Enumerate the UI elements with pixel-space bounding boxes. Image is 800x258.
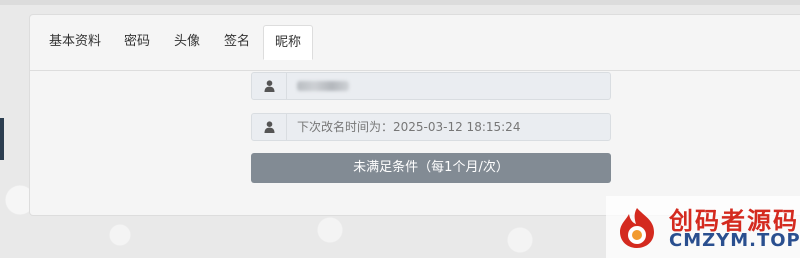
tab-nickname[interactable]: 昵称	[263, 25, 313, 60]
blurred-nickname	[297, 81, 349, 91]
flame-logo-icon	[614, 206, 660, 254]
next-rename-field: 下次改名时间为：2025-03-12 18:15:24	[251, 113, 611, 141]
tab-bar: 基本资料 密码 头像 签名 昵称	[30, 25, 800, 71]
next-rename-addon	[252, 114, 287, 140]
tab-password[interactable]: 密码	[116, 25, 158, 59]
user-icon	[264, 77, 275, 96]
watermark: 创码者源码 CMZYM.TOP	[606, 196, 800, 258]
tab-signature[interactable]: 签名	[216, 25, 258, 59]
profile-panel: 基本资料 密码 头像 签名 昵称 下次改名时间为：2025-03-12 18:1…	[29, 14, 800, 216]
left-edge-bar	[0, 118, 4, 160]
submit-button[interactable]: 未满足条件（每1个月/次）	[251, 153, 611, 183]
tab-basic-info[interactable]: 基本资料	[42, 25, 108, 59]
next-rename-text: 下次改名时间为：2025-03-12 18:15:24	[297, 120, 521, 134]
nickname-input[interactable]	[251, 72, 611, 100]
nickname-addon	[252, 73, 287, 99]
tab-avatar[interactable]: 头像	[166, 25, 208, 59]
nickname-value	[297, 73, 349, 99]
watermark-en-text: CMZYM.TOP	[669, 230, 800, 251]
user-icon	[264, 118, 275, 137]
top-strip	[0, 0, 800, 5]
